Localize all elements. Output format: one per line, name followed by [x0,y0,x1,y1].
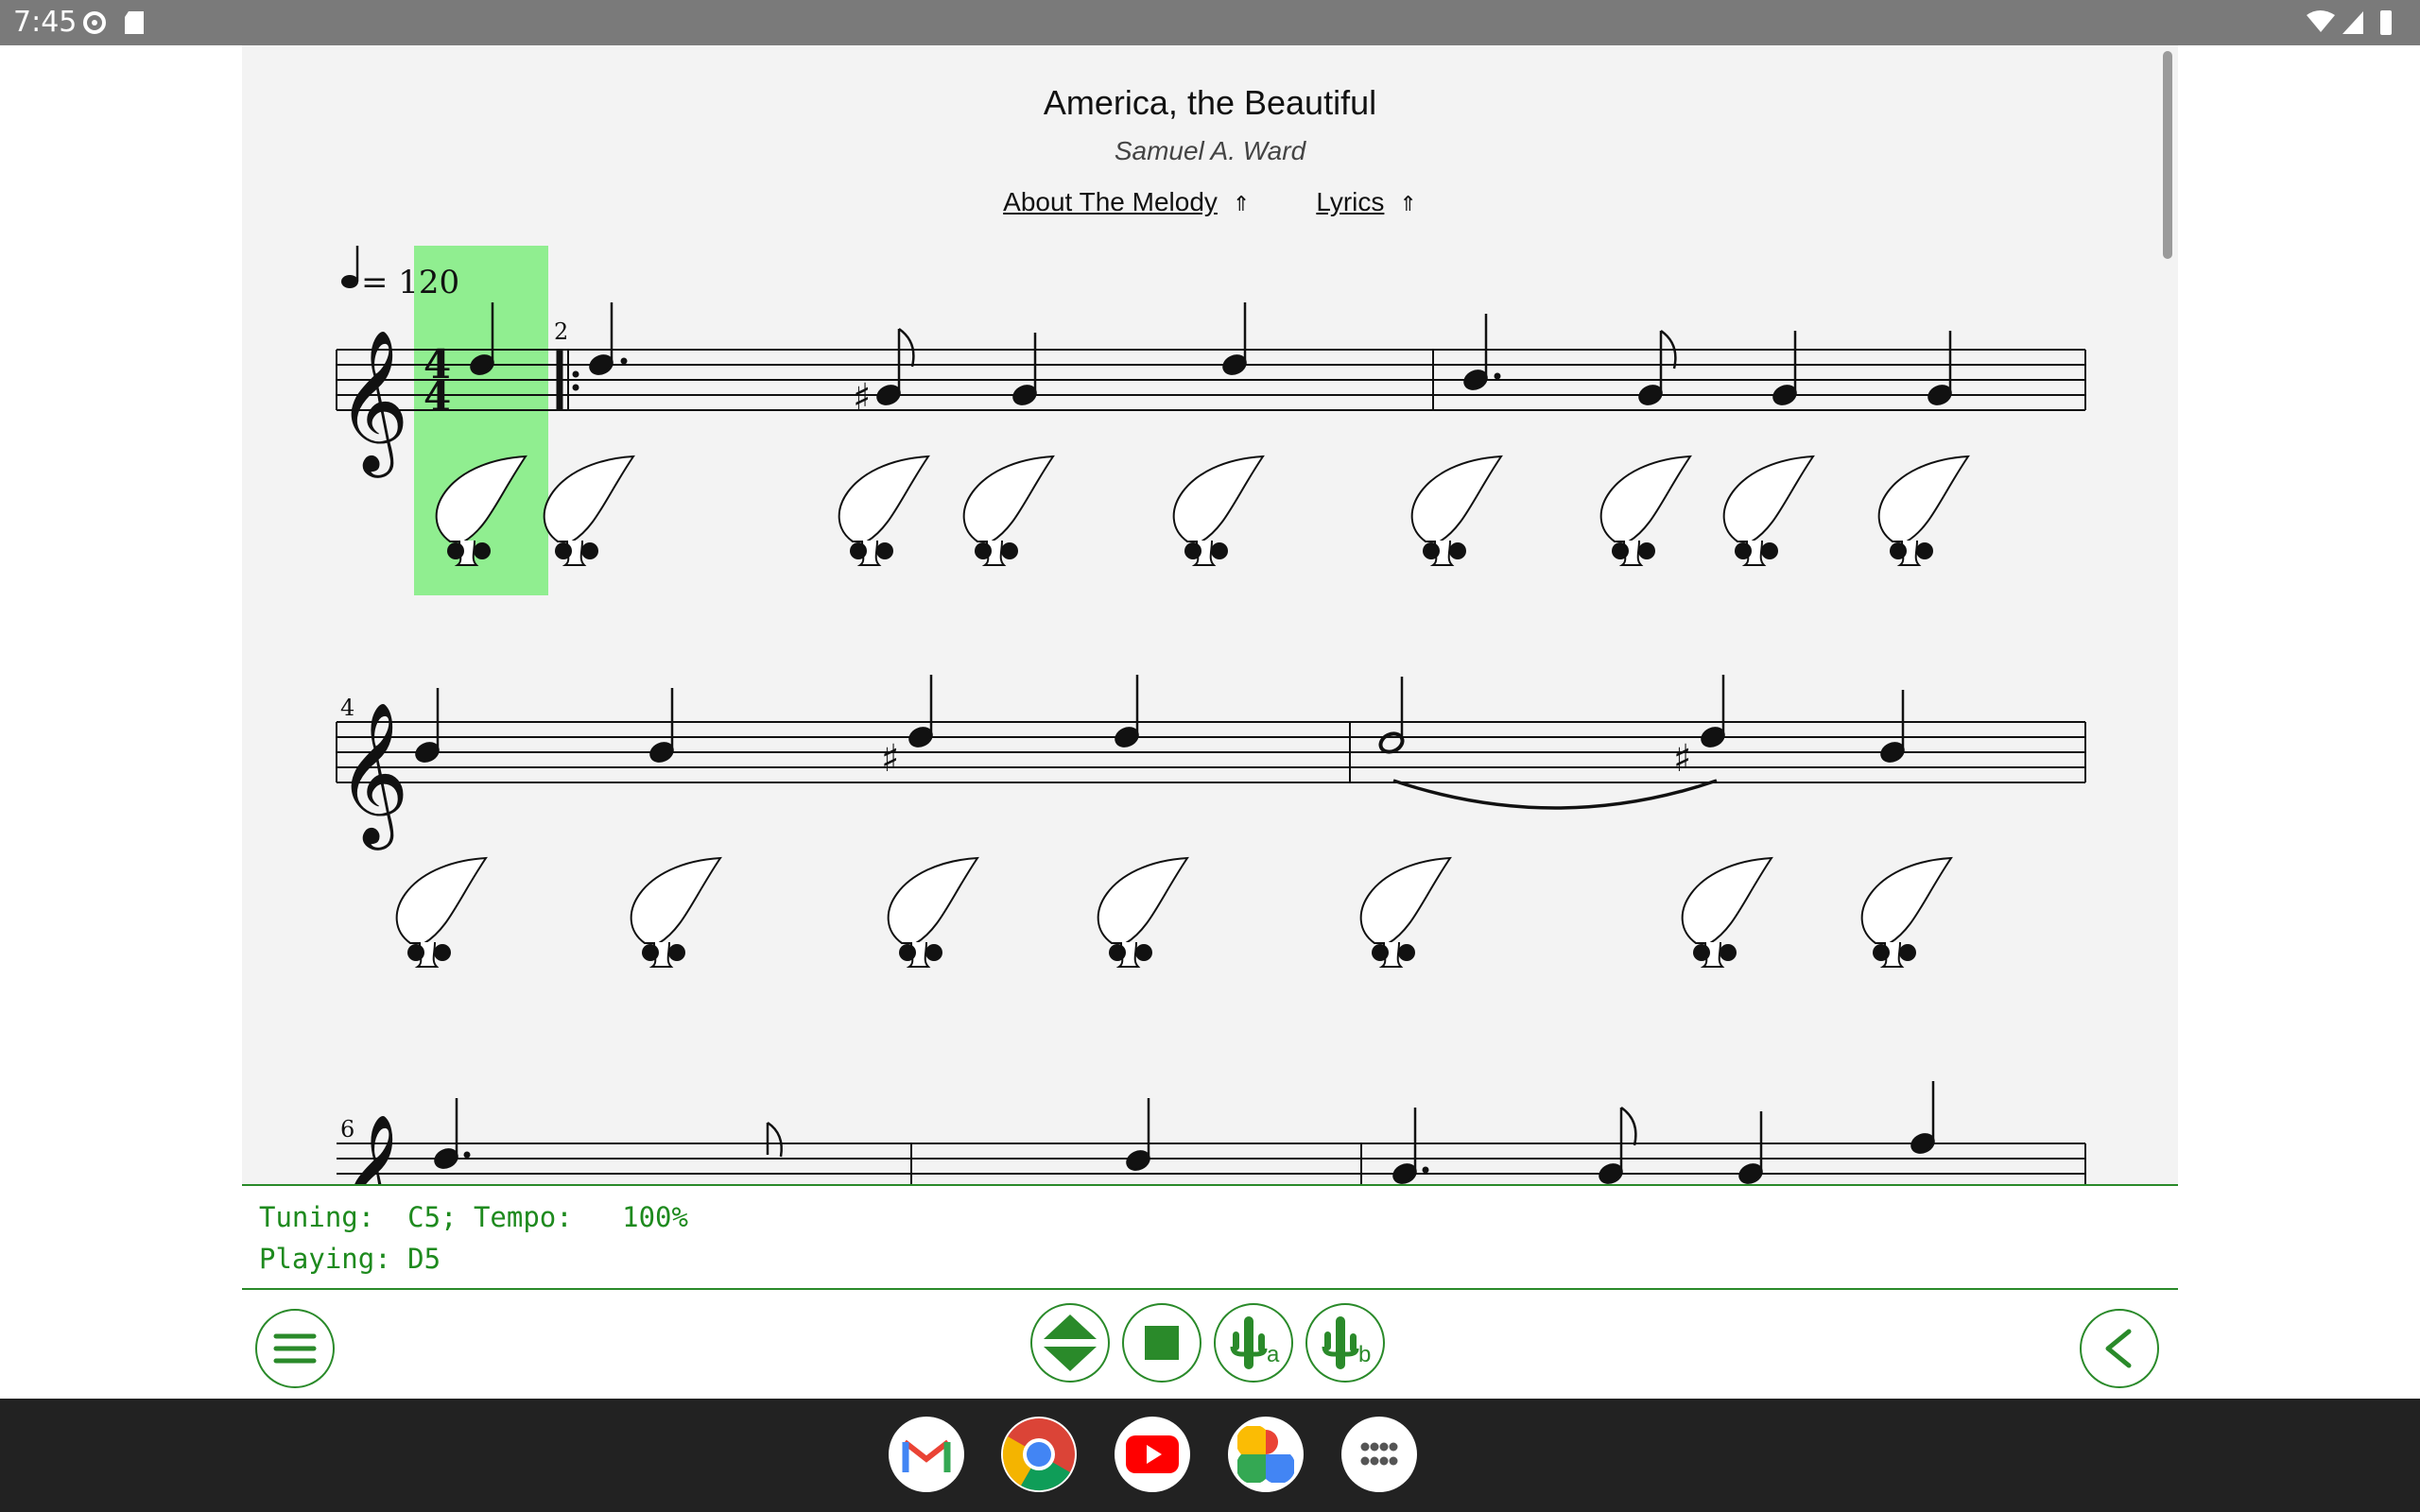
playback-controls: a b [242,1290,2178,1399]
menu-button[interactable] [255,1309,335,1388]
back-icon [2105,1329,2132,1368]
photos-app[interactable] [1228,1417,1304,1492]
sharp-sign: ♯ [1673,737,1691,781]
measure-number: 2 [554,318,568,345]
playing-note-text: Playing: D5 [259,1243,441,1275]
gmail-icon [902,1438,951,1472]
measure-number: 4 [340,695,354,721]
chrome-icon [1002,1418,1075,1491]
fingering-charts-row-2 [395,857,1952,968]
stop-icon [1145,1326,1179,1360]
measure-number: 6 [340,1116,354,1143]
youtube-app[interactable] [1115,1417,1190,1492]
taskbar [0,1399,2420,1512]
playback-info-panel: Tuning: C5; Tempo: 100% Playing: D5 [242,1184,2178,1290]
fingering-charts-row-1 [435,455,1969,566]
score-notation: = 120 𝄞 4 4 2 ♯ 𝄞 4 ♯ ♯ 𝄞 6 [336,246,2086,1184]
sheet-music-view[interactable]: America, the Beautiful Samuel A. Ward Ab… [242,45,2178,1184]
status-time: 7:45 [13,6,78,39]
sd-card-icon [125,11,144,34]
svg-text:a: a [1267,1342,1280,1367]
treble-clef: 𝄞 [337,328,409,478]
sharp-sign: ♯ [853,376,871,420]
menu-icon [273,1333,317,1364]
ocarina-b-icon: b [1322,1316,1371,1369]
tuning-tempo-text: Tuning: C5; Tempo: 100% [259,1201,688,1233]
notes-system-1 [467,302,1955,409]
battery-icon [2380,10,2392,35]
status-left-icons [83,11,144,34]
treble-clef: 𝄞 [337,700,409,850]
chrome-app[interactable] [1001,1417,1077,1492]
tempo-text: = 120 [361,264,459,301]
back-button[interactable] [2080,1309,2159,1388]
app-drawer[interactable] [1341,1417,1417,1492]
youtube-icon [1126,1435,1179,1473]
sharp-sign: ♯ [881,737,899,781]
auto-scroll-button[interactable] [1030,1303,1110,1383]
notes-system-3 [431,1081,1938,1184]
gmail-app[interactable] [889,1417,964,1492]
app-drawer-icon [1360,1442,1398,1466]
scrollbar-thumb[interactable] [2163,51,2172,259]
photos-icon [1237,1426,1294,1483]
staff-system-3 [337,1143,2086,1184]
svg-text:4: 4 [424,373,451,420]
settings-icon [83,11,106,34]
ocarina-b-button[interactable]: b [1305,1303,1385,1383]
wifi-icon [2307,10,2335,32]
signal-icon [2342,11,2363,34]
ocarina-a-icon: a [1230,1316,1280,1369]
status-right-icons [2307,10,2392,35]
ocarina-a-button[interactable]: a [1214,1303,1293,1383]
time-signature: 4 4 [424,341,451,420]
stop-button[interactable] [1122,1303,1201,1383]
svg-text:b: b [1358,1342,1371,1367]
scroll-toggle-icon [1044,1314,1097,1371]
status-bar: 7:45 [0,0,2420,45]
staff-system-2 [336,721,2086,783]
